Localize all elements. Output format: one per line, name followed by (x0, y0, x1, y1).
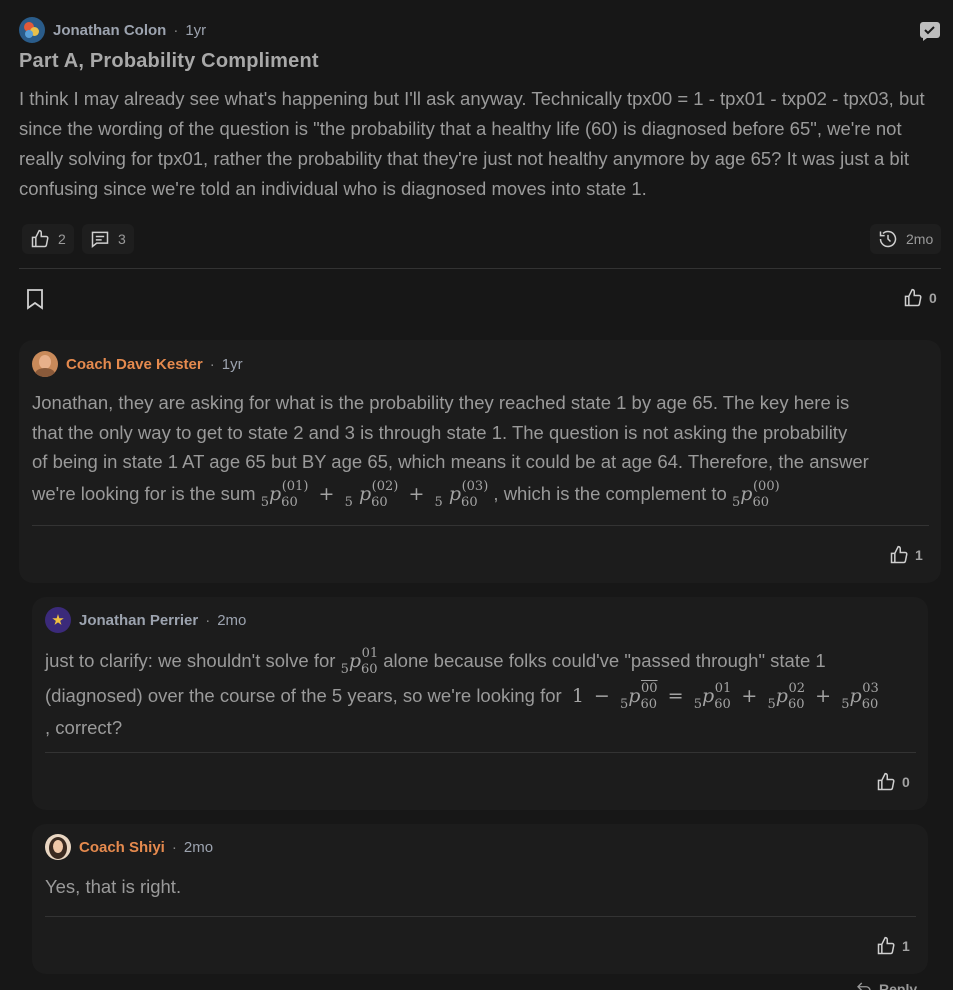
reply-like-button[interactable]: 1 (876, 936, 910, 956)
like-count: 0 (929, 290, 937, 306)
separator-dot: · (209, 355, 215, 373)
reply-line: Jonathan, they are asking for what is th… (32, 392, 850, 413)
post-time: 1yr (185, 21, 207, 39)
thumbs-up-icon (890, 545, 908, 564)
math-formula: 5p60(00) (731, 478, 780, 510)
post-like-button-2[interactable]: 0 (903, 288, 937, 308)
activity-button[interactable]: 2mo (870, 224, 942, 254)
post-body: I think I may already see what's happeni… (19, 88, 925, 199)
reply-line: that the only way to get to state 2 and … (32, 421, 848, 443)
separator-dot: · (171, 838, 177, 856)
reply-text: we're looking for is the sum (32, 482, 256, 504)
post-author[interactable]: Jonathan Colon (53, 22, 166, 39)
avatar[interactable] (45, 607, 71, 633)
comments-button[interactable]: 3 (82, 224, 134, 254)
reply-time: 2mo (217, 611, 247, 629)
like-count: 1 (915, 547, 923, 563)
reply-header: Jonathan Perrier · 2mo (45, 607, 246, 633)
reply-body: Yes, that is right. (45, 876, 182, 897)
divider (19, 268, 941, 269)
reply-line: of being in state 1 AT age 65 but BY age… (32, 451, 869, 472)
divider (32, 525, 929, 526)
comment-count: 3 (118, 231, 126, 247)
comment-icon (91, 231, 109, 249)
reply-icon (857, 982, 871, 990)
reply-author[interactable]: Coach Dave Kester (66, 356, 203, 373)
activity-time: 2mo (906, 231, 934, 247)
reply-body: just to clarify: we shouldn't solve for … (45, 645, 915, 741)
reply-card: Jonathan Perrier · 2mo just to clarify: … (32, 597, 928, 810)
reply-link[interactable]: Reply (855, 980, 917, 990)
avatar[interactable] (45, 834, 71, 860)
reply-author[interactable]: Jonathan Perrier (79, 612, 198, 629)
thumbs-up-icon (877, 772, 895, 791)
thumbs-up-icon (31, 229, 49, 248)
reply-author[interactable]: Coach Shiyi (79, 839, 165, 856)
separator-dot: · (205, 611, 211, 629)
report-icon[interactable] (919, 20, 941, 47)
like-count: 2 (58, 231, 66, 247)
reply-time: 2mo (183, 838, 214, 856)
reply-like-button[interactable]: 1 (889, 545, 923, 565)
like-button[interactable]: 2 (22, 224, 74, 254)
bookmark-icon[interactable] (25, 288, 45, 315)
reply-like-button[interactable]: 0 (876, 772, 910, 792)
reply-line: just to clarify: we shouldn't solve for … (45, 646, 826, 677)
like-count: 0 (902, 774, 910, 790)
post-header: Jonathan Colon · 1yr (19, 17, 206, 43)
separator-dot: · (173, 21, 179, 39)
history-icon (879, 230, 897, 248)
reply-label: Reply (879, 981, 918, 990)
thumbs-up-icon (904, 288, 922, 307)
math-formula: 5p60(01) + 5 p60(02) + 5 p60(03) (260, 478, 489, 510)
reply-time: 1yr (221, 355, 243, 373)
reply-card: Coach Dave Kester · 1yr Jonathan, they a… (19, 340, 941, 583)
main-post: Jonathan Colon · 1yr Part A, Probability… (0, 0, 953, 330)
reply-text: , which is the complement to (493, 482, 727, 504)
reply-line: , correct? (45, 717, 123, 738)
thumbs-up-icon (877, 936, 895, 955)
reply-header: Coach Shiyi · 2mo (45, 834, 213, 860)
reply-body: Jonathan, they are asking for what is th… (32, 388, 932, 511)
reply-header: Coach Dave Kester · 1yr (32, 351, 243, 377)
avatar[interactable] (32, 351, 58, 377)
reply-line-math: we're looking for is the sum 5p60(01) + … (32, 479, 932, 512)
avatar[interactable] (19, 17, 45, 43)
divider (45, 916, 916, 917)
divider (45, 752, 916, 753)
reply-card: Coach Shiyi · 2mo Yes, that is right. 1 (32, 824, 928, 974)
reply-line: (diagnosed) over the course of the 5 yea… (45, 681, 879, 712)
like-count: 1 (902, 938, 910, 954)
post-title: Part A, Probability Compliment (19, 50, 319, 72)
